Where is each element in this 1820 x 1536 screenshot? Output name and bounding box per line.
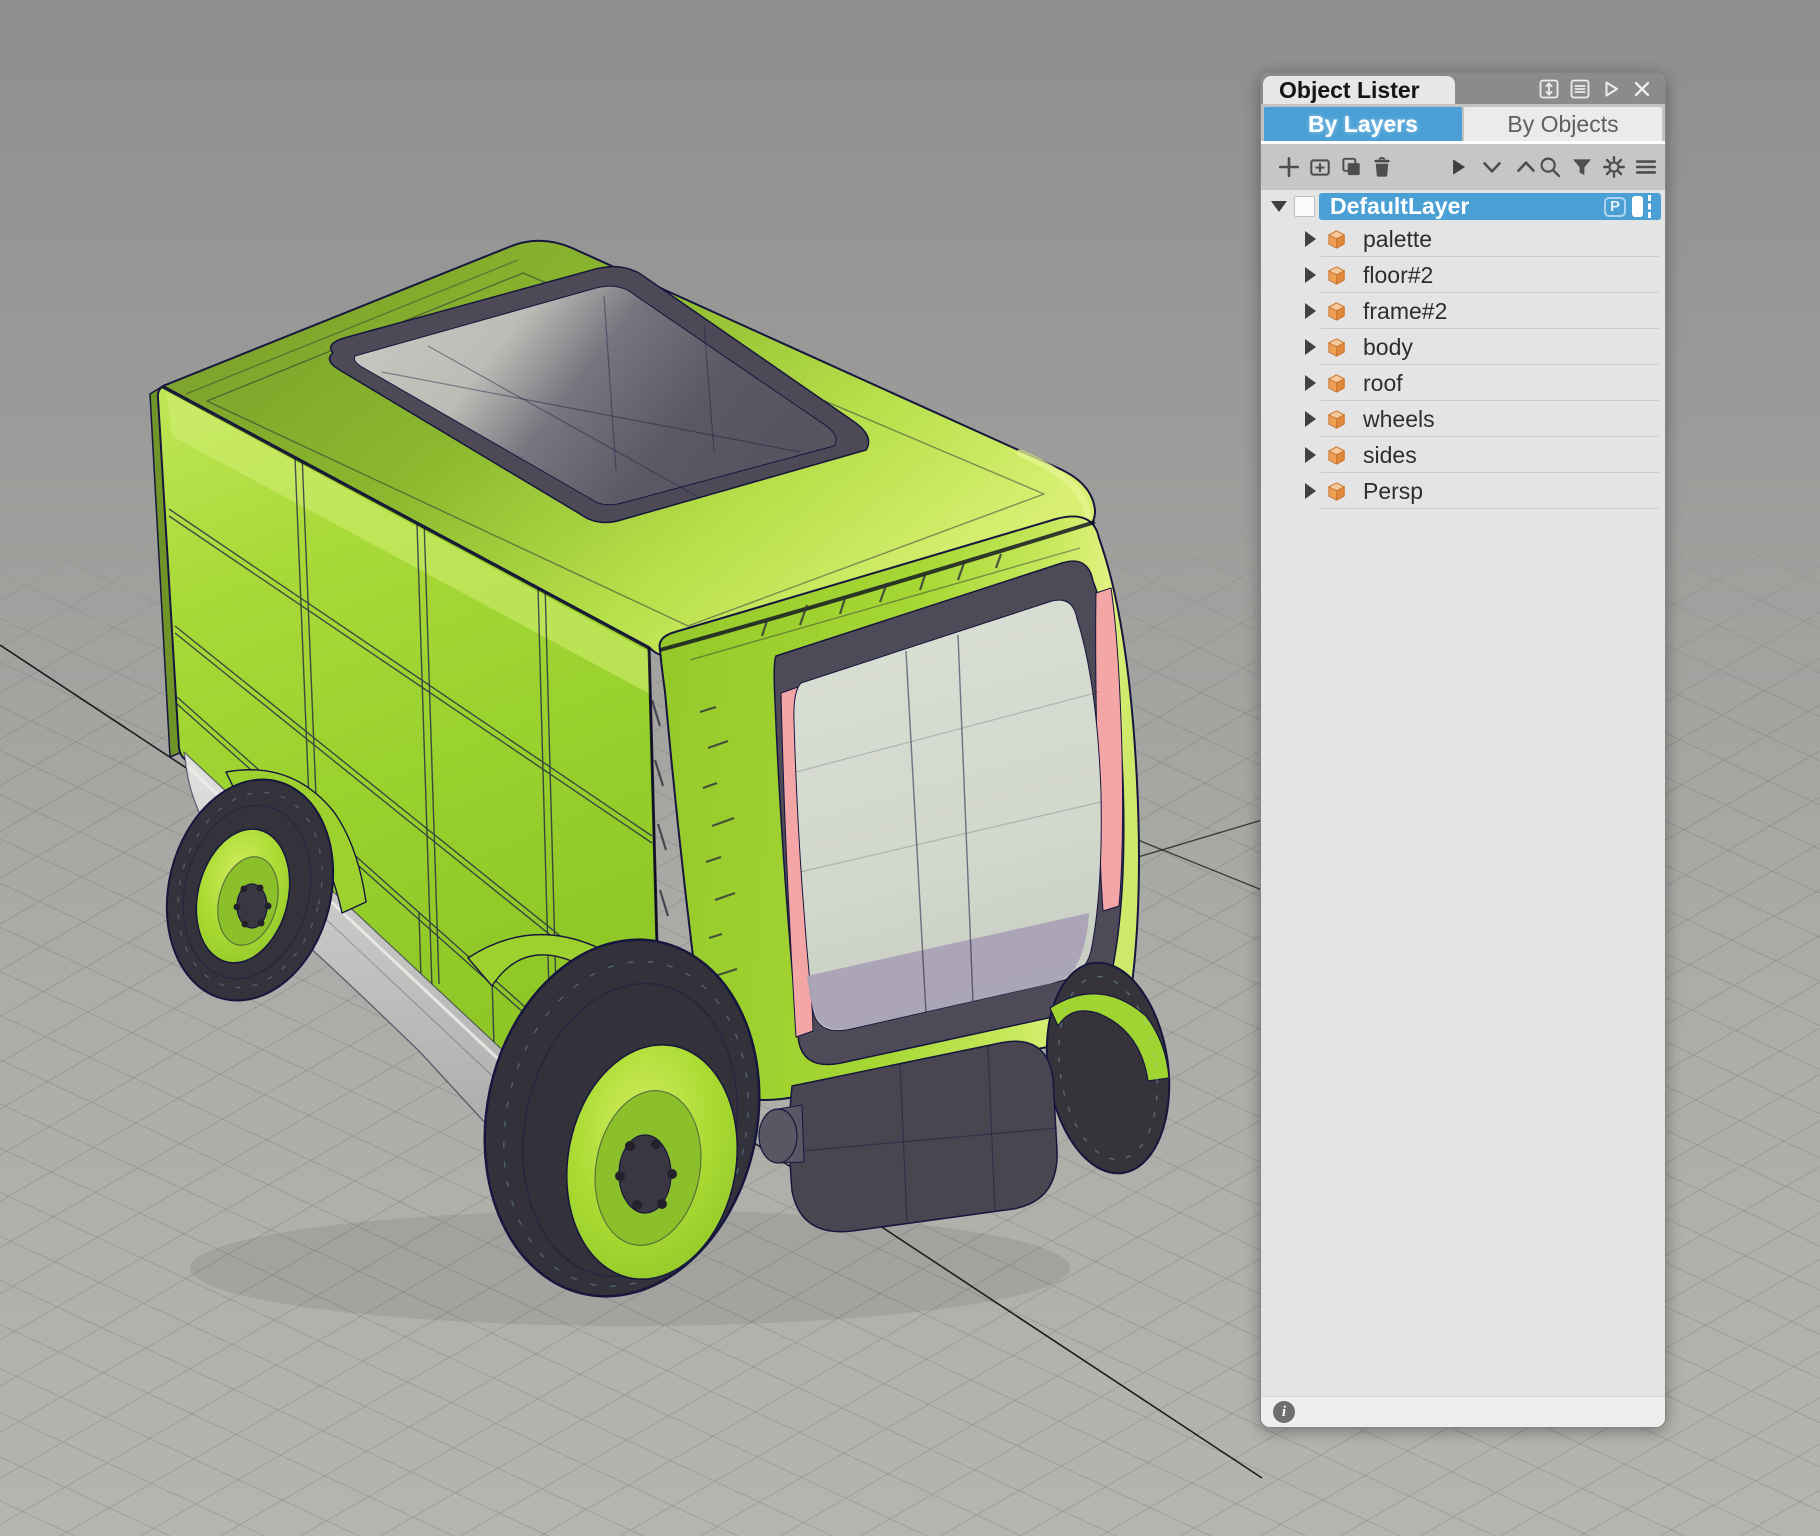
options-menu-icon[interactable] <box>1634 155 1658 179</box>
lister-toolbar <box>1261 144 1665 190</box>
settings-gear-icon[interactable] <box>1602 155 1626 179</box>
add-icon[interactable] <box>1277 155 1301 179</box>
layer-item-label[interactable]: roof <box>1363 370 1403 397</box>
search-icon[interactable] <box>1538 155 1562 179</box>
expand-arrow-icon[interactable] <box>1305 411 1316 427</box>
layer-insert-marker <box>1648 195 1651 218</box>
layer-item-label[interactable]: sides <box>1363 442 1417 469</box>
close-icon[interactable] <box>1631 78 1653 100</box>
layer-item-label[interactable]: palette <box>1363 226 1432 253</box>
object-cube-icon <box>1327 409 1346 429</box>
expand-arrow-icon[interactable] <box>1305 375 1316 391</box>
list-item[interactable]: sides <box>1261 437 1665 473</box>
expand-arrow-icon[interactable] <box>1305 447 1316 463</box>
tab-by-objects-label: By Objects <box>1507 110 1619 137</box>
object-cube-icon <box>1327 229 1346 249</box>
layer-visibility-checkbox[interactable] <box>1294 196 1315 217</box>
expand-arrow-icon[interactable] <box>1305 231 1316 247</box>
expand-arrow-icon[interactable] <box>1305 339 1316 355</box>
object-cube-icon <box>1327 481 1346 501</box>
list-item[interactable]: roof <box>1261 365 1665 401</box>
expand-arrow-icon[interactable] <box>1305 483 1316 499</box>
list-item[interactable]: wheels <box>1261 401 1665 437</box>
collapse-arrow-icon[interactable] <box>1271 201 1287 212</box>
object-cube-icon <box>1327 445 1346 465</box>
play-icon[interactable] <box>1600 78 1622 100</box>
panel-titlebar[interactable]: Object Lister <box>1261 73 1665 104</box>
object-cube-icon <box>1327 373 1346 393</box>
layer-item-label[interactable]: wheels <box>1363 406 1435 433</box>
expand-arrow-icon[interactable] <box>1305 303 1316 319</box>
filter-icon[interactable] <box>1570 155 1594 179</box>
object-lister-panel: Object Lister By Layers By Objects Defau… <box>1260 72 1666 1428</box>
list-item[interactable]: body <box>1261 329 1665 365</box>
duplicate-icon[interactable] <box>1339 155 1363 179</box>
object-cube-icon <box>1327 337 1346 357</box>
move-up-icon[interactable] <box>1514 155 1538 179</box>
expand-arrow-icon[interactable] <box>1305 267 1316 283</box>
panel-title-tab[interactable]: Object Lister <box>1263 76 1455 104</box>
new-layer-folder-icon[interactable] <box>1308 155 1332 179</box>
list-item[interactable]: frame#2 <box>1261 293 1665 329</box>
pick-state-badge[interactable]: P <box>1603 196 1626 217</box>
list-item[interactable]: floor#2 <box>1261 257 1665 293</box>
selected-layer-name[interactable]: DefaultLayer <box>1330 193 1469 220</box>
layer-item-label[interactable]: Persp <box>1363 478 1423 505</box>
object-cube-icon <box>1327 265 1346 285</box>
expand-play-icon[interactable] <box>1446 155 1470 179</box>
info-icon[interactable]: i <box>1273 1401 1295 1423</box>
panel-menu-icon[interactable] <box>1569 78 1591 100</box>
selected-layer-row[interactable]: DefaultLayer P <box>1261 192 1665 221</box>
layer-item-label[interactable]: frame#2 <box>1363 298 1447 325</box>
tab-by-objects[interactable]: By Objects <box>1464 107 1662 141</box>
lister-tabs: By Layers By Objects <box>1261 104 1665 144</box>
tab-by-layers-label: By Layers <box>1308 110 1418 137</box>
move-down-icon[interactable] <box>1480 155 1504 179</box>
layer-item-label[interactable]: body <box>1363 334 1413 361</box>
panel-title: Object Lister <box>1279 76 1420 103</box>
tab-by-layers[interactable]: By Layers <box>1264 107 1462 141</box>
panel-statusbar: i <box>1261 1396 1665 1427</box>
list-item[interactable]: palette <box>1261 221 1665 257</box>
layer-item-label[interactable]: floor#2 <box>1363 262 1433 289</box>
selected-layer-bar[interactable]: DefaultLayer P <box>1319 193 1661 220</box>
list-item[interactable]: Persp <box>1261 473 1665 509</box>
layer-tree: DefaultLayer P palette floor#2 frame#2 b… <box>1261 190 1665 1396</box>
layer-drag-handle[interactable] <box>1632 196 1643 217</box>
delete-icon[interactable] <box>1370 155 1394 179</box>
object-cube-icon <box>1327 301 1346 321</box>
resize-vertical-icon[interactable] <box>1538 78 1560 100</box>
